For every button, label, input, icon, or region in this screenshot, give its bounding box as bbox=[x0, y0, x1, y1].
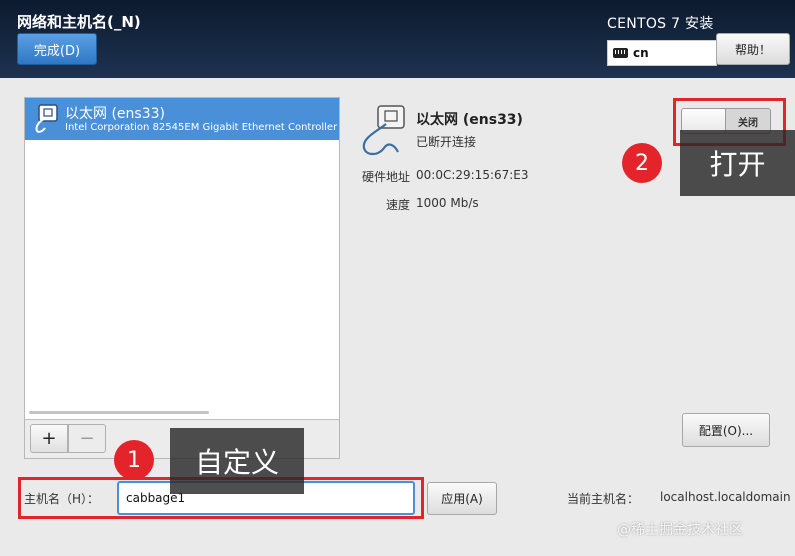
horizontal-scrollbar[interactable] bbox=[29, 411, 209, 414]
current-hostname-value: localhost.localdomain bbox=[660, 490, 791, 504]
apply-button[interactable]: 应用(A) bbox=[427, 482, 497, 515]
install-title: CENTOS 7 安装 bbox=[607, 16, 714, 32]
annotation-step1-number: 1 bbox=[114, 440, 154, 480]
ethernet-icon bbox=[33, 104, 59, 138]
annotation-step2-number: 2 bbox=[622, 143, 662, 183]
device-list: 以太网 (ens33) Intel Corporation 82545EM Gi… bbox=[24, 97, 340, 459]
watermark: @稀土掘金技术社区 bbox=[617, 522, 743, 538]
annotation-step2-callout: 打开 bbox=[680, 130, 795, 196]
done-button[interactable]: 完成(D) bbox=[17, 33, 97, 65]
keyboard-icon bbox=[613, 48, 628, 58]
ethernet-icon bbox=[358, 104, 408, 164]
annotation-step1-callout: 自定义 bbox=[170, 428, 304, 494]
add-device-button[interactable]: + bbox=[30, 424, 68, 453]
speed-value: 1000 Mb/s bbox=[416, 196, 479, 210]
hardware-address-label: 硬件地址 bbox=[361, 170, 410, 184]
remove-device-button[interactable]: − bbox=[68, 424, 106, 453]
help-button[interactable]: 帮助！ bbox=[716, 33, 790, 65]
header-bar: 网络和主机名(_N) 完成(D) CENTOS 7 安装 cn 帮助！ bbox=[0, 0, 795, 78]
device-list-item-name: 以太网 (ens33) bbox=[65, 106, 165, 122]
hardware-address-value: 00:0C:29:15:67:E3 bbox=[416, 168, 529, 182]
page-title: 网络和主机名(_N) bbox=[17, 13, 141, 31]
current-hostname-label: 当前主机名： bbox=[567, 492, 640, 506]
device-status: 已断开连接 bbox=[416, 135, 477, 149]
speed-label: 速度 bbox=[385, 198, 410, 212]
keyboard-layout-indicator[interactable]: cn bbox=[607, 40, 717, 66]
configure-button[interactable]: 配置(O)... bbox=[682, 413, 770, 447]
keyboard-layout-label: cn bbox=[633, 46, 649, 60]
device-detail-name: 以太网 (ens33) bbox=[416, 112, 523, 128]
device-list-item-ens33[interactable]: 以太网 (ens33) Intel Corporation 82545EM Gi… bbox=[25, 98, 339, 140]
device-list-item-description: Intel Corporation 82545EM Gigabit Ethern… bbox=[65, 122, 339, 133]
